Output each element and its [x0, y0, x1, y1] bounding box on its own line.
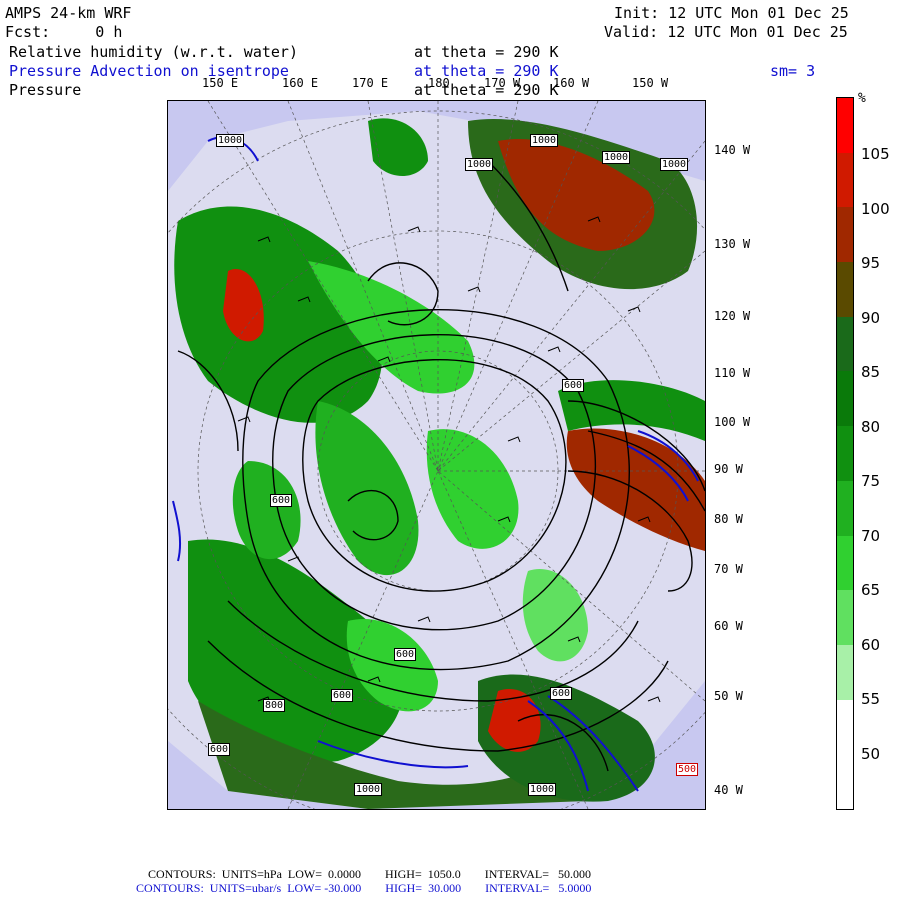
- colorbar-segment: [837, 262, 853, 318]
- lon-label-right: 80 W: [714, 512, 743, 526]
- contour-label: 1000: [465, 158, 494, 171]
- colorbar-label: 50: [861, 745, 881, 763]
- model-title: AMPS 24-km WRF: [5, 4, 132, 22]
- colorbar-segment: [837, 480, 853, 537]
- lon-label-top: 170 W: [484, 76, 521, 90]
- lon-label-top: 170 E: [352, 76, 389, 90]
- contour-label: 1000: [602, 151, 631, 164]
- lon-label-top: 160 E: [282, 76, 319, 90]
- lon-label-right: 100 W: [714, 415, 751, 429]
- colorbar-label: 55: [861, 690, 881, 708]
- contour-label: 600: [394, 648, 417, 661]
- map-svg: [168, 101, 705, 809]
- lon-label-right: 130 W: [714, 237, 751, 251]
- valid-time: Valid: 12 UTC Mon 01 Dec 25: [604, 23, 848, 41]
- contour-label: 600: [270, 494, 293, 507]
- colorbar-label: 70: [861, 527, 881, 545]
- map-panel: 1000 1000 1000 1000 600 600 600 600 600 …: [167, 100, 706, 810]
- colorbar-segment: [837, 644, 853, 701]
- colorbar-segment: [837, 207, 853, 263]
- contour-label: 1000: [216, 134, 245, 147]
- init-time: Init: 12 UTC Mon 01 Dec 25: [614, 4, 849, 22]
- colorbar-label: 80: [861, 418, 881, 436]
- contour-label: 800: [263, 699, 286, 712]
- lon-label-right: 140 W: [714, 143, 751, 157]
- contour-label: 500: [676, 763, 699, 776]
- contour-label: 1000: [354, 783, 383, 796]
- colorbar-segment: [837, 426, 853, 482]
- contour-label: 600: [550, 687, 573, 700]
- contour-label: 600: [562, 379, 585, 392]
- contour-label: 1000: [528, 783, 557, 796]
- lon-label-top: 180: [428, 76, 450, 90]
- lon-label-right: 90 W: [714, 462, 743, 476]
- forecast-hour: Fcst: 0 h: [5, 23, 123, 41]
- contour-label: 600: [331, 689, 354, 702]
- colorbar-label: 100: [861, 200, 890, 218]
- lon-label-right: 120 W: [714, 309, 751, 323]
- lon-label-top: 150 E: [202, 76, 239, 90]
- footer-contours-advection: CONTOURS: UNITS=ubar/s LOW= -30.000 HIGH…: [136, 881, 592, 895]
- lon-label-top: 160 W: [553, 76, 590, 90]
- colorbar-segment: [837, 152, 853, 208]
- lon-label-right: 40 W: [714, 783, 743, 797]
- smoothing-label: sm= 3: [770, 62, 816, 80]
- colorbar: [836, 97, 854, 810]
- colorbar-label: 105: [861, 145, 890, 163]
- lon-label-right: 110 W: [714, 366, 751, 380]
- colorbar-segment: [837, 316, 853, 372]
- lon-label-top: 150 W: [632, 76, 669, 90]
- field1-name: Relative humidity (w.r.t. water): [9, 43, 298, 61]
- footer-contours-pressure: CONTOURS: UNITS=hPa LOW= 0.0000 HIGH= 10…: [148, 867, 591, 881]
- colorbar-label: 60: [861, 636, 881, 654]
- lon-label-right: 50 W: [714, 689, 743, 703]
- lon-label-right: 60 W: [714, 619, 743, 633]
- colorbar-segment: [837, 98, 853, 154]
- contour-label: 600: [208, 743, 231, 756]
- colorbar-label: 85: [861, 363, 881, 381]
- contour-label: 1000: [530, 134, 559, 147]
- colorbar-segment: [837, 590, 853, 646]
- lon-label-right: 70 W: [714, 562, 743, 576]
- colorbar-label: 65: [861, 581, 881, 599]
- colorbar-unit: %: [858, 91, 866, 106]
- field1-level: at theta = 290 K: [414, 43, 559, 61]
- colorbar-segment: [837, 535, 853, 591]
- colorbar-segment: [837, 699, 853, 755]
- contour-label: 1000: [660, 158, 689, 171]
- field3-name: Pressure: [9, 81, 82, 99]
- colorbar-label: 95: [861, 254, 881, 272]
- colorbar-segment: [837, 754, 853, 810]
- colorbar-label: 75: [861, 472, 881, 490]
- colorbar-label: 90: [861, 309, 881, 327]
- colorbar-segment: [837, 371, 853, 427]
- field2-name: Pressure Advection on isentrope: [9, 62, 289, 80]
